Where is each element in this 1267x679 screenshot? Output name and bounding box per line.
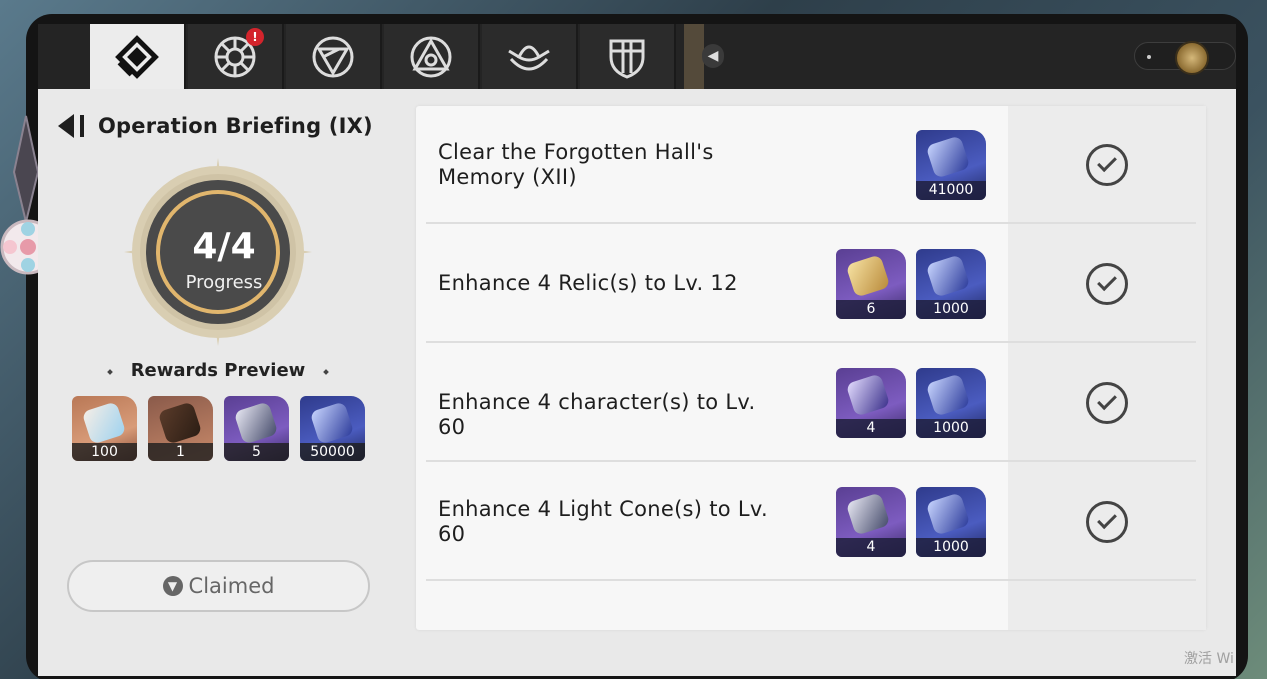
task-reward[interactable]: 1000 (916, 487, 986, 557)
reward-qty: 1000 (916, 300, 986, 319)
collapse-tabs-button[interactable]: ◀ (702, 44, 724, 68)
task-reward[interactable]: 4 (836, 487, 906, 557)
reward-qty: 1000 (916, 419, 986, 438)
task-row: Clear the Forgotten Hall's Memory (XII) … (426, 106, 1196, 224)
task-description: Enhance 4 character(s) to Lv. 60 (438, 390, 756, 439)
reward-qty: 1 (148, 443, 213, 461)
tab-lotus[interactable] (482, 24, 578, 89)
task-reward[interactable]: 6 (836, 249, 906, 319)
download-icon: ▼ (162, 576, 183, 596)
exp-material-icon (845, 373, 891, 417)
reward-item[interactable]: 1 (148, 396, 213, 461)
daily-training-icon (115, 34, 159, 79)
reward-qty: 50000 (300, 443, 365, 461)
shield-emblem-icon (609, 39, 645, 79)
lotus-emblem-icon (508, 45, 550, 70)
task-description: Enhance 4 Relic(s) to Lv. 12 (438, 271, 738, 295)
progress-count: 4/4 (192, 226, 256, 267)
alert-badge: ! (246, 28, 264, 46)
back-arrow-icon[interactable] (58, 114, 74, 138)
lightcone-material-icon (233, 401, 279, 445)
claimed-button-label: Claimed (188, 574, 275, 598)
tab-triangle[interactable] (286, 24, 382, 89)
crystal-icon (81, 401, 127, 445)
tab-shield[interactable] (580, 24, 676, 89)
tab-trinity[interactable] (384, 24, 480, 89)
tab-daily-training[interactable] (90, 24, 186, 89)
chevron-left-icon: ◀ (707, 48, 719, 64)
reward-qty: 41000 (916, 181, 986, 200)
reward-item[interactable]: 50000 (300, 396, 365, 461)
trinity-emblem-icon (410, 36, 452, 77)
reward-qty: 4 (836, 419, 906, 438)
task-row: Enhance 4 character(s) to Lv. 60 4 1000 (426, 344, 1196, 462)
nameless-honor-badge[interactable] (1134, 41, 1236, 75)
tab-achievement[interactable]: ! (188, 24, 284, 89)
tab-bar-edge (684, 24, 704, 89)
task-reward[interactable]: 1000 (916, 249, 986, 319)
progress-dial: 4/4 Progress (140, 174, 296, 330)
completed-check-icon (1086, 501, 1128, 543)
header-divider (80, 115, 84, 137)
reward-item[interactable]: 5 (224, 396, 289, 461)
relic-material-icon (845, 254, 891, 298)
tab-bar: ! ◀ (38, 24, 1236, 89)
credit-icon (309, 401, 355, 445)
reward-item[interactable]: 100 (72, 396, 137, 461)
nameless-emblem-icon (1175, 41, 1209, 75)
reward-qty: 1000 (916, 538, 986, 557)
completed-check-icon (1086, 144, 1128, 186)
task-list: Clear the Forgotten Hall's Memory (XII) … (416, 106, 1206, 630)
activation-watermark: 激活 Wi (1184, 651, 1234, 667)
credit-icon (925, 373, 971, 417)
task-row: Enhance 4 Relic(s) to Lv. 12 6 1000 (426, 225, 1196, 343)
task-reward[interactable]: 1000 (916, 368, 986, 438)
progress-label: Progress (185, 272, 263, 293)
rewards-preview-title: Rewards Preview (108, 360, 328, 381)
triangle-emblem-icon (312, 36, 354, 77)
task-description: Enhance 4 Light Cone(s) to Lv. 60 (438, 497, 768, 546)
credit-icon (925, 492, 971, 536)
completed-check-icon (1086, 263, 1128, 305)
main-screen: ! ◀ Operation Briefing (IX) 4/4 Progress… (38, 24, 1236, 676)
reward-qty: 4 (836, 538, 906, 557)
task-row: Enhance 4 Light Cone(s) to Lv. 60 4 1000 (426, 463, 1196, 581)
completed-check-icon (1086, 382, 1128, 424)
progress-ring: 4/4 Progress (122, 156, 314, 348)
task-description: Clear the Forgotten Hall's Memory (XII) (438, 140, 714, 189)
lightcone-material-icon (845, 492, 891, 536)
reward-qty: 6 (836, 300, 906, 319)
page-title: Operation Briefing (IX) (98, 114, 373, 138)
reward-qty: 100 (72, 443, 137, 461)
wooden-chest-icon (157, 401, 203, 445)
claimed-button[interactable]: ▼ Claimed (67, 560, 370, 612)
task-reward[interactable]: 41000 (916, 130, 986, 200)
credit-icon (925, 135, 971, 179)
reward-qty: 5 (224, 443, 289, 461)
credit-icon (925, 254, 971, 298)
task-reward[interactable]: 4 (836, 368, 906, 438)
indicator-dot (1147, 55, 1151, 59)
header: Operation Briefing (IX) (58, 114, 373, 138)
